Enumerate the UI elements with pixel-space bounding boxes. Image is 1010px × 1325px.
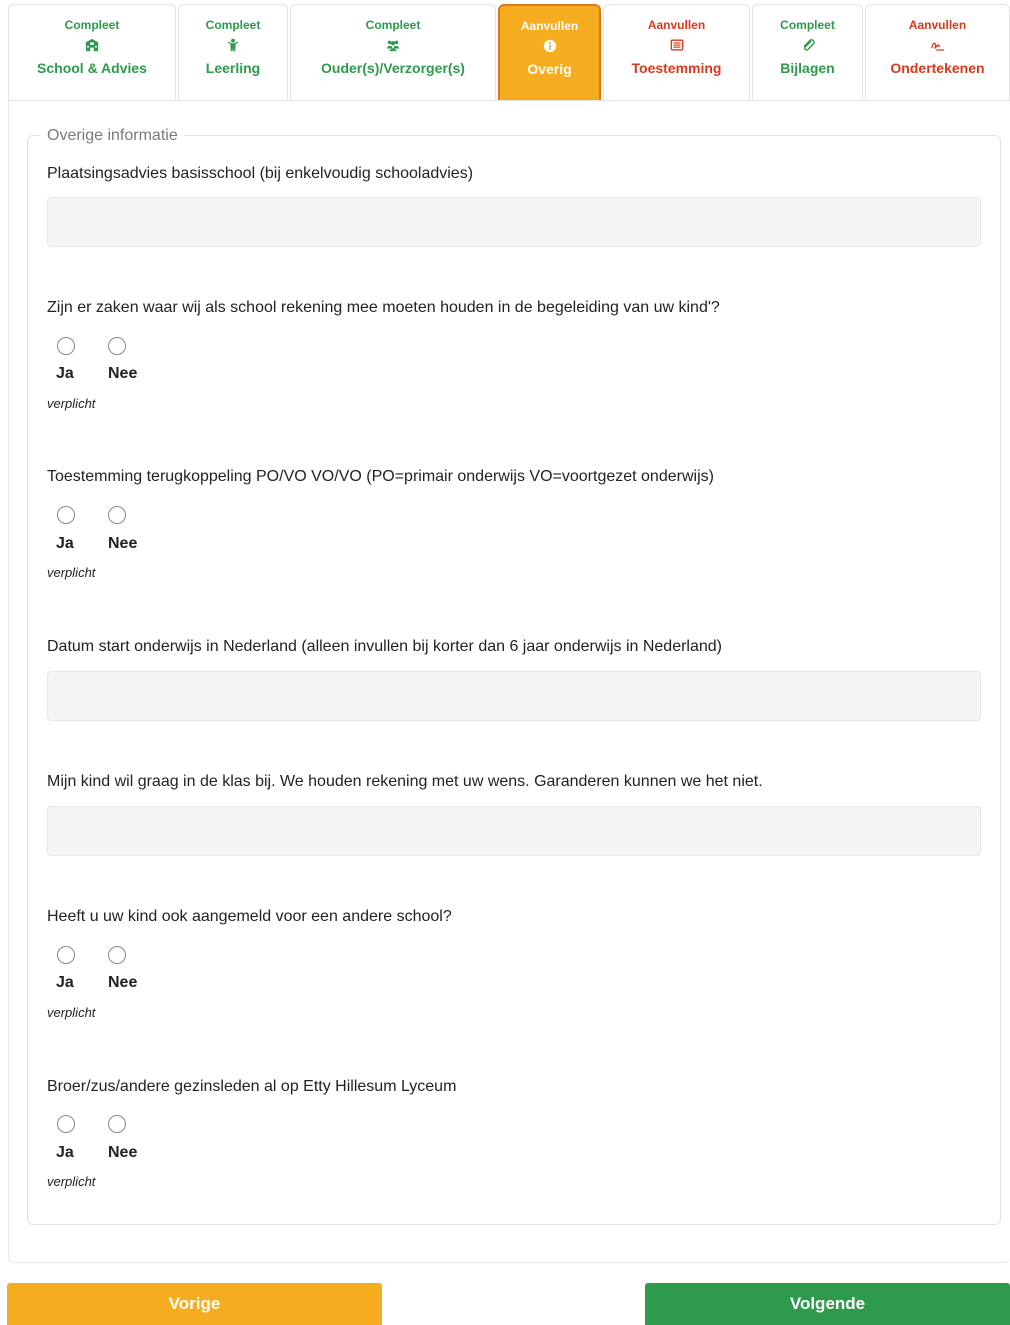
section-legend: Overige informatie (40, 126, 185, 146)
tab-label: Ouder(s)/Verzorger(s) (321, 60, 465, 76)
child-icon (225, 37, 241, 53)
required-note: verplicht (47, 396, 96, 411)
school-icon (84, 37, 100, 53)
tab-status: Compleet (365, 18, 421, 32)
question-plaatsingsadvies: Plaatsingsadvies basisschool (bij enkelv… (47, 165, 474, 182)
tab-overig[interactable]: Aanvullen Overig (498, 4, 601, 100)
tab-leerling[interactable]: Compleet Leerling (178, 4, 288, 100)
paperclip-icon (800, 37, 816, 53)
broer-zus-nee-label[interactable]: Nee (108, 1143, 137, 1163)
tab-status: Aanvullen (908, 18, 967, 32)
zaken-nee-radio[interactable] (108, 337, 126, 355)
andere-school-ja-label[interactable]: Ja (56, 973, 74, 993)
question-andere-school: Heeft u uw kind ook aangemeld voor een a… (47, 908, 452, 925)
toestemming-ja-radio[interactable] (57, 506, 75, 524)
broer-zus-ja-label[interactable]: Ja (56, 1143, 74, 1163)
andere-school-nee-radio[interactable] (108, 946, 126, 964)
required-note: verplicht (47, 1174, 96, 1189)
zaken-nee-label[interactable]: Nee (108, 364, 137, 384)
question-toestemming: Toestemming terugkoppeling PO/VO VO/VO (… (47, 468, 714, 485)
klas-input[interactable] (47, 806, 981, 856)
question-zaken: Zijn er zaken waar wij als school rekeni… (47, 299, 720, 316)
question-broer-zus: Broer/zus/andere gezinsleden al op Etty … (47, 1078, 457, 1095)
signature-icon (930, 37, 946, 53)
next-button[interactable]: Volgende (645, 1283, 1010, 1325)
tab-status: Compleet (64, 18, 120, 32)
question-datum: Datum start onderwijs in Nederland (alle… (47, 638, 723, 655)
tab-status: Compleet (205, 18, 261, 32)
tab-ondertekenen[interactable]: Aanvullen Ondertekenen (865, 4, 1010, 100)
andere-school-nee-label[interactable]: Nee (108, 973, 137, 993)
list-icon (669, 37, 685, 53)
tab-label: School & Advies (37, 60, 147, 76)
zaken-ja-label[interactable]: Ja (56, 364, 74, 384)
tab-bijlagen[interactable]: Compleet Bijlagen (752, 4, 863, 100)
broer-zus-ja-radio[interactable] (57, 1115, 75, 1133)
broer-zus-nee-radio[interactable] (108, 1115, 126, 1133)
tab-status: Compleet (780, 18, 835, 32)
toestemming-nee-label[interactable]: Nee (108, 534, 137, 554)
tab-school-advies[interactable]: Compleet School & Advies (8, 4, 176, 100)
tab-ouders[interactable]: Compleet Ouder(s)/Verzorger(s) (290, 4, 496, 100)
previous-button[interactable]: Vorige (7, 1283, 382, 1325)
tab-toestemming[interactable]: Aanvullen Toestemming (603, 4, 750, 100)
zaken-ja-radio[interactable] (57, 337, 75, 355)
tab-status: Aanvullen (520, 19, 579, 33)
required-note: verplicht (47, 1005, 96, 1020)
tab-label: Overig (527, 61, 572, 77)
tab-label: Leerling (205, 60, 261, 76)
toestemming-ja-label[interactable]: Ja (56, 534, 74, 554)
step-tabs: Compleet School & Advies Compleet Leerli… (8, 4, 1010, 100)
tab-label: Ondertekenen (890, 60, 985, 76)
plaatsingsadvies-input[interactable] (47, 197, 981, 247)
datum-input[interactable] (47, 671, 981, 721)
users-icon (385, 37, 401, 53)
required-note: verplicht (47, 565, 96, 580)
toestemming-nee-radio[interactable] (108, 506, 126, 524)
tab-label: Bijlagen (780, 60, 835, 76)
question-klas: Mijn kind wil graag in de klas bij. We h… (47, 773, 763, 790)
tab-status: Aanvullen (647, 18, 706, 32)
tab-label: Toestemming (631, 60, 722, 76)
andere-school-ja-radio[interactable] (57, 946, 75, 964)
info-icon (542, 38, 558, 54)
